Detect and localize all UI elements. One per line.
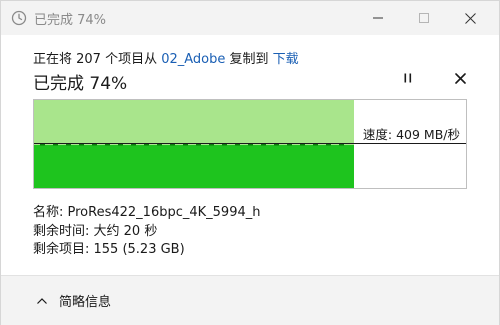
chevron-up-icon bbox=[35, 294, 49, 308]
progress-percent-heading: 已完成 74% bbox=[33, 74, 128, 94]
time-remaining-label: 剩余时间: bbox=[33, 223, 94, 239]
speed-history-tick bbox=[313, 144, 318, 146]
source-folder-link[interactable]: 02_Adobe bbox=[161, 52, 225, 67]
speed-history-tick bbox=[287, 144, 292, 146]
pause-icon bbox=[403, 72, 413, 88]
speed-history-tick bbox=[209, 144, 214, 146]
speed-history-tick bbox=[40, 144, 45, 146]
copy-prefix: 正在将 207 个项目从 bbox=[33, 52, 162, 67]
speed-history-tick bbox=[118, 144, 123, 146]
copy-middle: 复制到 bbox=[225, 52, 273, 67]
speed-history-tick bbox=[79, 144, 84, 146]
speed-history-tick bbox=[248, 144, 253, 146]
speed-history-tick bbox=[157, 144, 162, 146]
minimize-button[interactable] bbox=[355, 1, 401, 35]
speed-history-tick bbox=[196, 144, 201, 146]
dialog-footer: 简略信息 bbox=[1, 275, 499, 325]
speed-history-tick bbox=[274, 144, 279, 146]
title-bar[interactable]: 已完成 74% bbox=[1, 1, 499, 35]
minimize-icon bbox=[373, 13, 383, 23]
pause-button[interactable] bbox=[397, 69, 419, 91]
transfer-details: 名称: ProRes422_16bpc_4K_5994_h 剩余时间: 大约 2… bbox=[33, 204, 260, 260]
close-icon bbox=[464, 12, 476, 24]
speed-history-tick bbox=[339, 144, 344, 146]
copy-dialog-window: 已完成 74% 正在将 207 个项目从 02_Adobe 复制到 下载 已完成… bbox=[0, 0, 500, 325]
fewer-details-toggle[interactable]: 简略信息 bbox=[35, 291, 111, 310]
cancel-button[interactable] bbox=[449, 69, 471, 91]
speed-history-tick bbox=[261, 144, 266, 146]
window-title: 已完成 74% bbox=[34, 13, 107, 28]
speed-label: 速度: 409 MB/秒 bbox=[362, 127, 460, 142]
time-remaining-value: 大约 20 秒 bbox=[93, 223, 158, 239]
transfer-speed-graph: 速度: 409 MB/秒 bbox=[33, 99, 467, 189]
detail-name-row: 名称: ProRes422_16bpc_4K_5994_h bbox=[33, 204, 260, 223]
speed-history-tick bbox=[53, 144, 58, 146]
cancel-icon bbox=[454, 72, 466, 88]
file-name-value: ProRes422_16bpc_4K_5994_h bbox=[67, 205, 261, 220]
detail-items-row: 剩余项目: 155 (5.23 GB) bbox=[33, 241, 260, 260]
speed-history-tick bbox=[300, 144, 305, 146]
speed-history-tick bbox=[235, 144, 240, 146]
clock-icon bbox=[11, 10, 27, 26]
speed-history-tick bbox=[144, 144, 149, 146]
speed-history-fill bbox=[34, 145, 354, 188]
maximize-button[interactable] bbox=[401, 1, 447, 35]
maximize-icon bbox=[419, 13, 429, 23]
speed-history-tick bbox=[183, 144, 188, 146]
speed-history-tick bbox=[66, 144, 71, 146]
close-button[interactable] bbox=[447, 1, 493, 35]
copy-description: 正在将 207 个项目从 02_Adobe 复制到 下载 bbox=[33, 48, 299, 67]
items-remaining-label: 剩余项目: bbox=[33, 242, 94, 257]
speed-history-tick bbox=[222, 144, 227, 146]
detail-time-row: 剩余时间: 大约 20 秒 bbox=[33, 223, 260, 242]
name-label: 名称: bbox=[33, 205, 68, 220]
speed-history-tick bbox=[131, 144, 136, 146]
items-remaining-value: 155 (5.23 GB) bbox=[93, 242, 185, 257]
fewer-details-label: 简略信息 bbox=[59, 295, 112, 310]
destination-folder-link[interactable]: 下载 bbox=[273, 52, 299, 67]
speed-history-tick bbox=[170, 144, 175, 146]
speed-history-tick bbox=[326, 144, 331, 146]
speed-history-tick bbox=[92, 144, 97, 146]
speed-history-tick bbox=[105, 144, 110, 146]
